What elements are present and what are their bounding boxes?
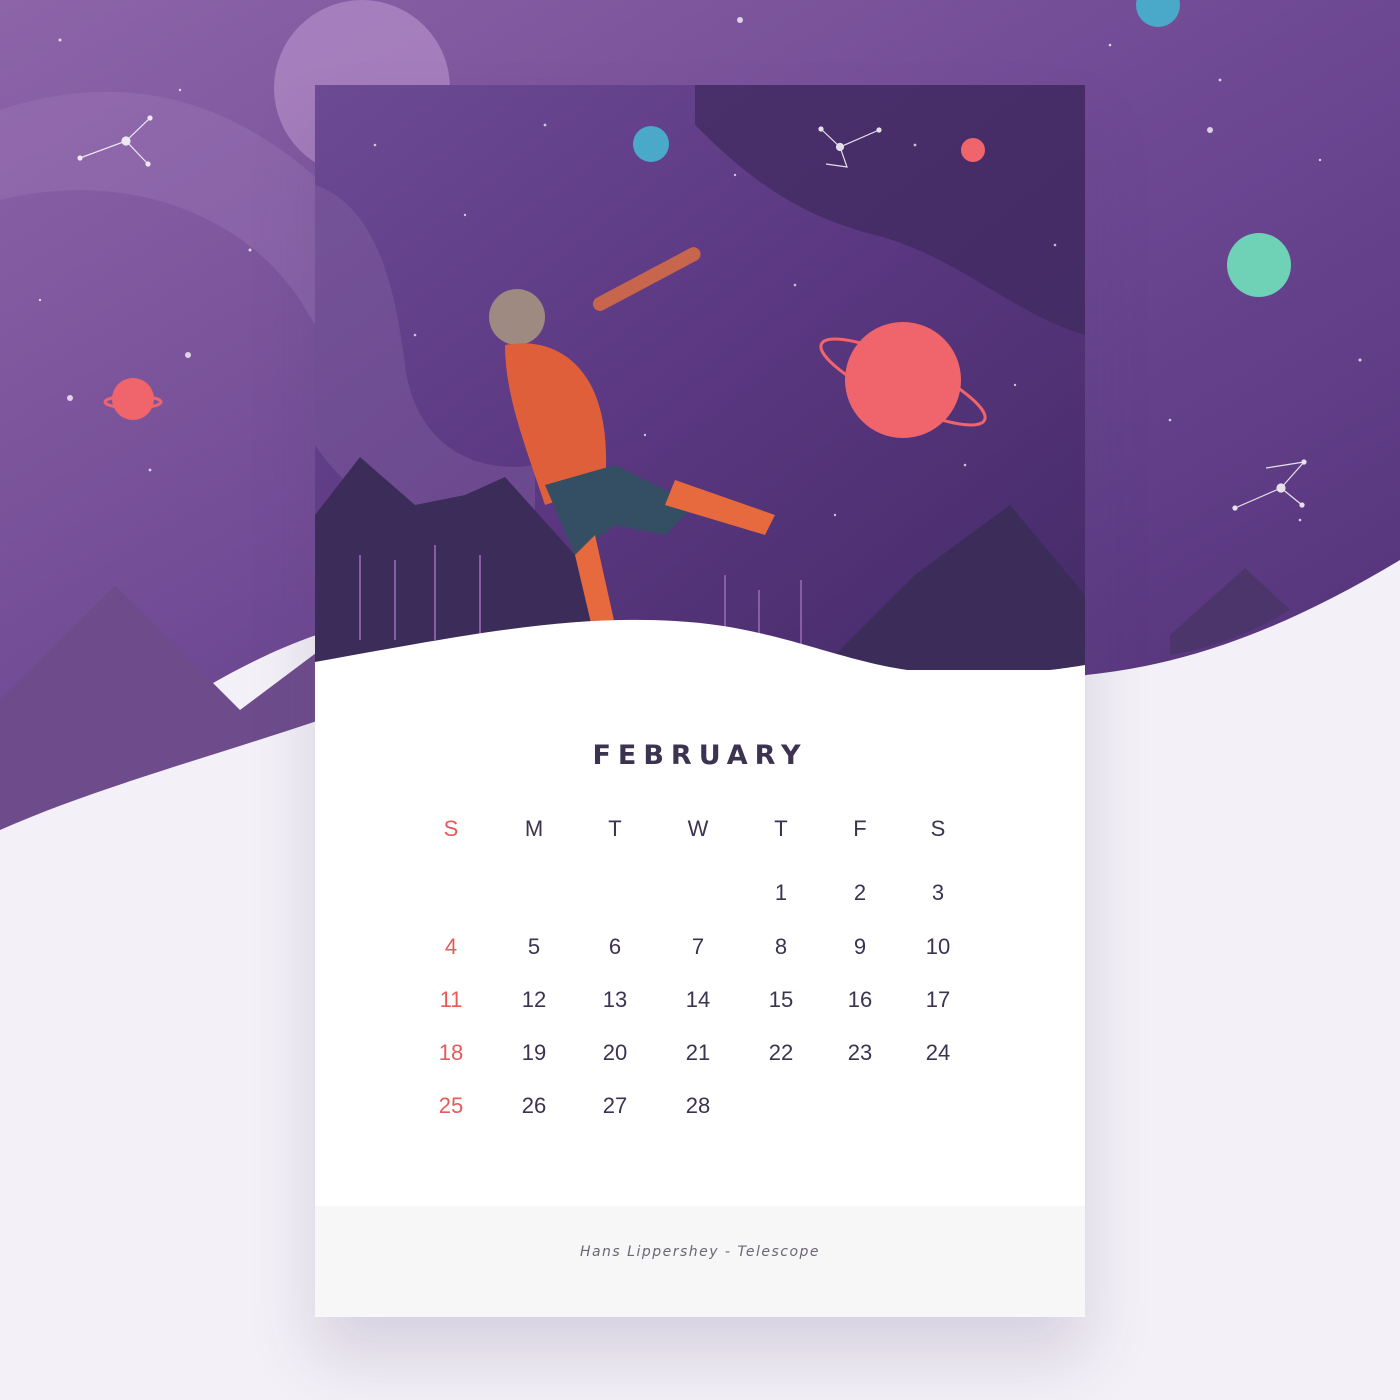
calendar-day: 22 [768,1040,794,1065]
illustration-credit: Hans Lippershey - Telescope [579,1244,821,1260]
weekday-sunday: S [443,816,459,841]
calendar-day: 15 [768,987,794,1012]
calendar-day: 18 [438,1040,464,1065]
calendar-day: 28 [685,1093,711,1118]
calendar-footer [315,1206,1085,1317]
calendar-day: 13 [602,987,628,1012]
calendar-day: 26 [521,1093,547,1118]
calendar-day: 7 [691,934,705,959]
calendar-day: 6 [608,934,622,959]
weekday-saturday: S [930,816,946,841]
calendar-day: 25 [438,1093,464,1118]
weekday-thursday: T [774,816,788,841]
calendar-day: 19 [521,1040,547,1065]
calendar-day: 27 [602,1093,628,1118]
calendar-day: 1 [774,880,788,905]
calendar-day: 14 [685,987,711,1012]
weekday-tuesday: T [608,816,622,841]
calendar-day: 23 [847,1040,873,1065]
calendar-day: 12 [521,987,547,1012]
calendar-day: 3 [931,880,945,905]
card-illustration [315,85,1085,695]
calendar-day: 21 [685,1040,711,1065]
calendar-day: 5 [527,934,541,959]
calendar-day: 2 [853,880,867,905]
planet-icon [1227,233,1291,297]
weekday-friday: F [853,816,867,841]
calendar-card: FEBRUARY S M T W T F S 1 2 3 4 5 6 7 8 9… [315,85,1085,1317]
weekday-monday: M [524,816,544,841]
calendar-day: 11 [439,987,463,1012]
calendar-day: 24 [925,1040,951,1065]
calendar-day: 4 [444,934,458,959]
planet-icon [633,126,669,162]
calendar-day: 16 [847,987,873,1012]
weekday-wednesday: W [687,816,709,841]
calendar-day: 8 [774,934,788,959]
planet-icon [961,138,985,162]
calendar-day: 10 [925,934,951,959]
calendar-day: 20 [602,1040,628,1065]
month-title: FEBRUARY [592,740,808,771]
calendar-day: 9 [853,934,867,959]
calendar-day: 17 [925,987,951,1012]
